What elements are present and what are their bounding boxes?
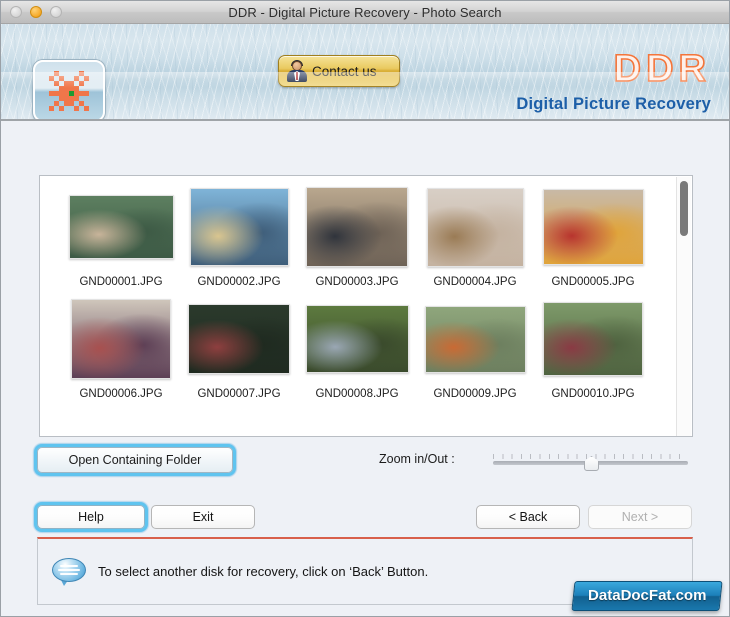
thumbnail-image-wrap [68, 188, 174, 266]
thumbnail-item[interactable]: GND00009.JPG [416, 288, 534, 400]
app-icon [33, 60, 105, 119]
watermark-badge: DataDocFat.com [571, 581, 723, 611]
thumbnail-item[interactable]: GND00002.JPG [180, 176, 298, 288]
watermark-text: DataDocFat.com [587, 587, 707, 604]
thumbnail-image[interactable] [305, 305, 409, 373]
next-button: Next > [588, 505, 692, 529]
zoom-slider-label: Zoom in/Out : [379, 452, 455, 466]
thumbnail-image[interactable] [543, 302, 643, 376]
scrollbar-thumb[interactable] [680, 181, 688, 236]
brand-title: DDR [613, 48, 711, 90]
window-title: DDR - Digital Picture Recovery - Photo S… [228, 4, 502, 20]
thumbnail-caption: GND00009.JPG [433, 388, 517, 400]
thumbnail-image[interactable] [306, 187, 408, 267]
close-button[interactable] [10, 6, 22, 18]
title-bar: DDR - Digital Picture Recovery - Photo S… [1, 1, 729, 24]
thumbnail-image-wrap [426, 187, 524, 267]
zoom-slider[interactable] [493, 454, 688, 471]
thumbnail-row: GND00006.JPG GND00007.JPG GND00008.JPG GND0… [40, 288, 692, 400]
brand-block: DDR Digital Picture Recovery [516, 48, 711, 114]
thumbnail-image-wrap [542, 188, 644, 266]
contact-us-button[interactable]: Contact us [278, 55, 400, 87]
open-containing-folder-button[interactable]: Open Containing Folder [37, 447, 233, 473]
speech-bubble-icon [52, 557, 86, 586]
header-banner: Contact us DDR Digital Picture Recovery [1, 24, 729, 121]
thumbnail-image-wrap [305, 300, 409, 378]
person-icon [286, 60, 308, 82]
back-button[interactable]: < Back [476, 505, 580, 529]
thumbnail-item[interactable]: GND00005.JPG [534, 176, 652, 288]
thumbnail-caption: GND00001.JPG [79, 276, 163, 288]
thumbnail-image-wrap [189, 188, 289, 266]
maximize-button[interactable] [50, 6, 62, 18]
thumbnail-caption: GND00002.JPG [197, 276, 281, 288]
thumbnail-image-wrap [188, 300, 290, 378]
thumbnail-row: GND00001.JPG GND00002.JPG GND00003.JPG GND0… [40, 176, 692, 288]
thumbnail-caption: GND00007.JPG [197, 388, 281, 400]
thumbnail-caption: GND00005.JPG [551, 276, 635, 288]
brand-subtitle: Digital Picture Recovery [516, 95, 711, 113]
thumbnail-panel[interactable]: GND00001.JPG GND00002.JPG GND00003.JPG GND0… [39, 175, 693, 437]
thumbnail-image[interactable] [424, 305, 526, 373]
thumbnail-item[interactable]: GND00003.JPG [298, 176, 416, 288]
checkered-flower-icon [49, 71, 89, 111]
exit-button[interactable]: Exit [151, 505, 255, 529]
thumbnail-caption: GND00003.JPG [315, 276, 399, 288]
thumbnail-item[interactable]: GND00006.JPG [62, 288, 180, 400]
thumbnail-caption: GND00008.JPG [315, 388, 399, 400]
thumbnail-image[interactable] [426, 187, 524, 267]
thumbnail-image-wrap [424, 300, 526, 378]
thumbnail-image[interactable] [188, 304, 290, 374]
vertical-scrollbar[interactable] [676, 177, 691, 436]
status-message-text: To select another disk for recovery, cli… [98, 564, 429, 579]
thumbnail-image[interactable] [71, 299, 171, 379]
thumbnail-image[interactable] [68, 195, 174, 259]
app-window: DDR - Digital Picture Recovery - Photo S… [0, 0, 730, 617]
thumbnail-image-wrap [71, 299, 171, 379]
thumbnail-caption: GND00004.JPG [433, 276, 517, 288]
minimize-button[interactable] [30, 6, 42, 18]
thumbnail-item[interactable]: GND00010.JPG [534, 288, 652, 400]
thumbnail-caption: GND00006.JPG [79, 388, 163, 400]
thumbnail-image-wrap [306, 187, 408, 267]
main-content: GND00001.JPG GND00002.JPG GND00003.JPG GND0… [1, 121, 729, 616]
contact-us-label: Contact us [312, 63, 377, 79]
thumbnail-caption: GND00010.JPG [551, 388, 635, 400]
thumbnail-image[interactable] [189, 188, 289, 266]
thumbnail-item[interactable]: GND00007.JPG [180, 288, 298, 400]
thumbnail-item[interactable]: GND00008.JPG [298, 288, 416, 400]
thumbnail-image-wrap [543, 300, 643, 378]
thumbnail-item[interactable]: GND00004.JPG [416, 176, 534, 288]
help-button[interactable]: Help [37, 505, 145, 529]
thumbnail-image[interactable] [542, 189, 644, 265]
thumbnail-item[interactable]: GND00001.JPG [62, 176, 180, 288]
traffic-light-group [10, 6, 62, 18]
